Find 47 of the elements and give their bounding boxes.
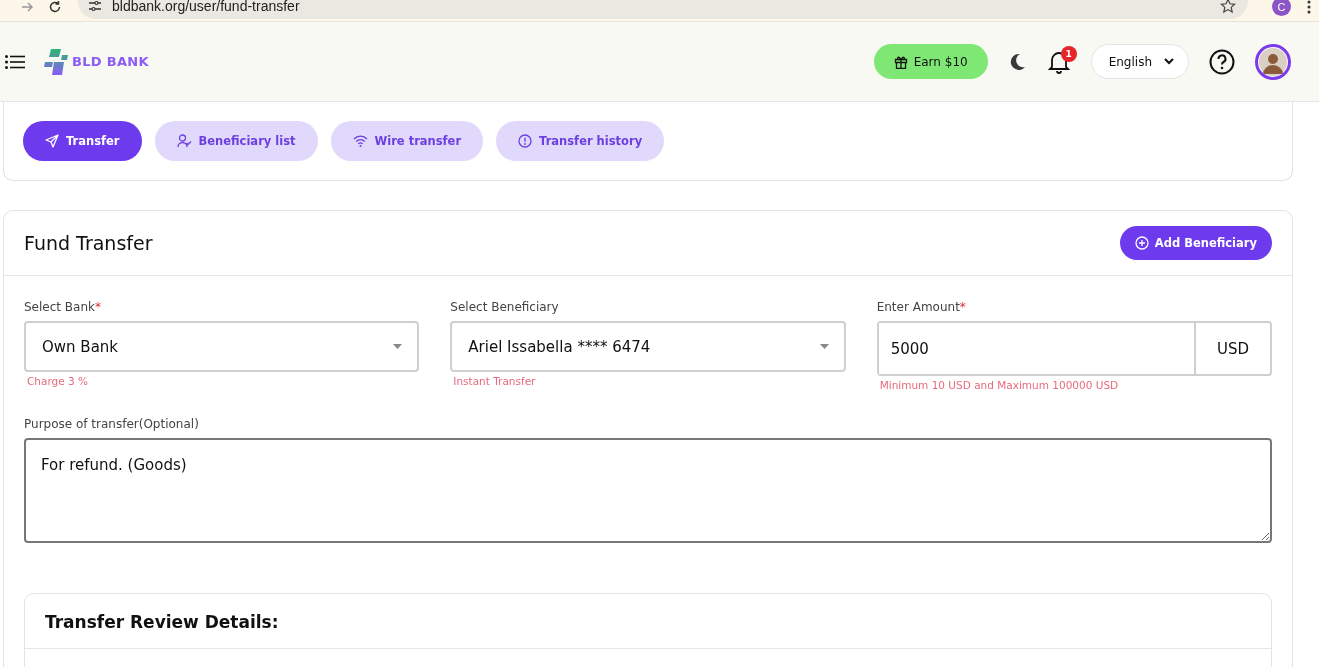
profile-avatar[interactable]: C (1272, 0, 1291, 16)
chevron-down-icon (1164, 58, 1174, 65)
send-icon (45, 134, 59, 148)
tab[interactable]: Beneficiary list (154, 121, 318, 161)
select-field[interactable]: Own Bank (24, 321, 420, 372)
more-icon[interactable] (1307, 0, 1311, 14)
required-mark: * (95, 300, 101, 314)
field-hint: Charge 3 % (26, 375, 89, 387)
amount-field[interactable]: 5000 USD (876, 321, 1272, 376)
logo-icon (43, 48, 69, 75)
user-avatar[interactable] (1255, 43, 1291, 80)
logo-text[interactable]: BLD BANK (72, 54, 149, 69)
wifi-icon (352, 135, 368, 147)
info-circle-icon (518, 134, 533, 148)
star-icon[interactable] (1220, 0, 1236, 14)
tab[interactable]: Transfer history (496, 121, 665, 161)
field-label: Select Bank (24, 300, 95, 314)
earn-button[interactable]: Earn $10 (873, 44, 988, 79)
field-hint: Minimum 10 USD and Maximum 100000 USD (878, 379, 1120, 391)
select-field[interactable]: Ariel Issabella **** 6474 (450, 321, 846, 372)
tab[interactable]: Transfer (23, 121, 142, 161)
gift-icon (893, 54, 908, 69)
url-text: bldbank.org/user/fund-transfer (112, 0, 301, 14)
address-bar[interactable]: bldbank.org/user/fund-transfer (78, 0, 1248, 19)
required-mark: * (959, 300, 966, 314)
notification-badge: 1 (1060, 45, 1077, 62)
forward-icon[interactable] (20, 0, 34, 14)
currency-label: USD (1215, 338, 1251, 360)
user-check-icon (176, 134, 192, 148)
menu-icon[interactable] (5, 54, 25, 69)
field-label: Purpose of transfer(Optional) (24, 417, 199, 431)
plus-circle-icon (1134, 236, 1149, 250)
review-title: Transfer Review Details: (25, 594, 1271, 649)
dropdown-arrow-icon (819, 344, 829, 349)
purpose-textarea[interactable]: For refund. (Goods) (24, 438, 1272, 543)
reload-icon[interactable] (48, 0, 62, 14)
field-hint: Instant Transfer (452, 375, 537, 387)
card-title: Fund Transfer (24, 232, 153, 254)
dropdown-arrow-icon (393, 344, 403, 349)
add-beneficiary-button[interactable]: Add Beneficiary (1119, 226, 1272, 260)
field-label: Enter Amount (876, 300, 960, 314)
help-icon[interactable] (1209, 48, 1235, 75)
field-label: Select Beneficiary (450, 300, 559, 314)
language-select[interactable]: English (1090, 44, 1189, 79)
tab[interactable]: Wire transfer (330, 121, 484, 161)
bell-icon[interactable] (1047, 49, 1070, 74)
site-settings-icon[interactable] (88, 0, 102, 12)
